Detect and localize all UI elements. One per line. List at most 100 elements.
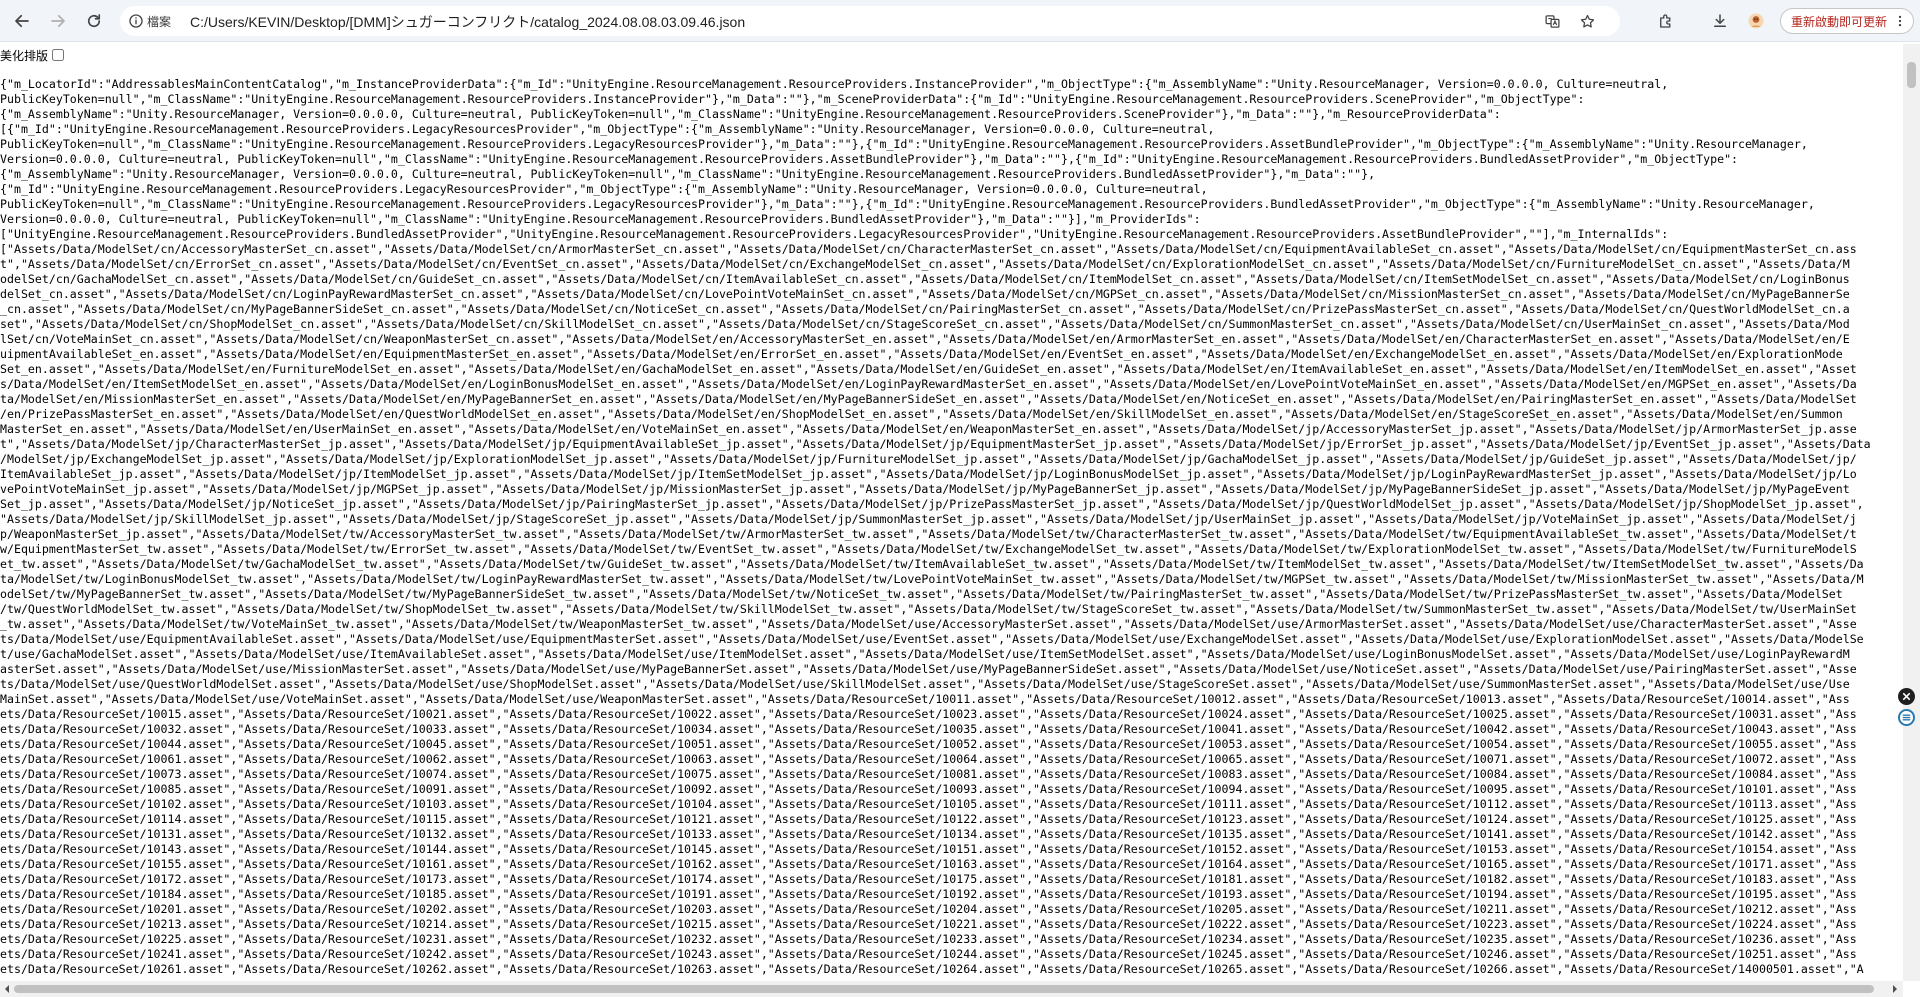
json-text: {"m_LocatorId":"AddressablesMainContentC… [0,77,1900,977]
json-line: ets/Data/ResourceSet/10102.asset","Asset… [0,797,1857,811]
json-line: odelSet/tw/MyPageBannerSet_tw.asset","As… [0,587,1843,601]
url-text[interactable]: C:/Users/KEVIN/Desktop/[DMM]シュガーコンフリクト/c… [190,12,745,32]
downloads-button[interactable] [1708,9,1732,33]
json-line: ts/Data/ModelSet/use/QuestWorldModelSet.… [0,677,1850,691]
json-content: {"m_LocatorId":"AddressablesMainContentC… [0,77,1900,981]
json-line: p/WeaponMasterSet_jp.asset","Assets/Data… [0,527,1857,541]
json-line: Set_jp.asset","Assets/Data/ModelSet/jp/N… [0,497,1864,511]
json-line: ts/Data/ModelSet/use/EquipmentAvailableS… [0,632,1864,646]
json-line: ets/Data/ResourceSet/10213.asset","Asset… [0,917,1857,931]
close-widget-button[interactable] [1897,688,1915,705]
reload-icon [87,14,101,28]
json-line: PublicKeyToken=null","m_ClassName":"Unit… [0,197,1815,211]
json-line: et_tw.asset","Assets/Data/ModelSet/tw/Ga… [0,557,1864,571]
site-info-chip[interactable]: 檔案 [128,11,171,31]
site-info-label: 檔案 [147,14,172,29]
json-line: ets/Data/ResourceSet/10114.asset","Asset… [0,812,1857,826]
prettify-label: 美化排版 [0,48,49,63]
star-icon [1580,14,1594,28]
json-line: _tw.asset","Assets/Data/ModelSet/tw/Vote… [0,617,1857,631]
json-line: ItemAvailableSet_jp.asset","Assets/Data/… [0,467,1857,481]
json-line: MainSet.asset","Assets/Data/ModelSet/use… [0,692,1850,706]
json-line: Set_en.asset","Assets/Data/ModelSet/en/F… [0,362,1857,376]
json-line: ets/Data/ResourceSet/10085.asset","Asset… [0,782,1857,796]
json-line: ets/Data/ResourceSet/10184.asset","Asset… [0,887,1857,901]
json-line: odelSet/cn/GachaModelSet_cn.asset","Asse… [0,272,1850,286]
back-button[interactable] [10,9,34,33]
address-bar[interactable]: 檔案 C:/Users/KEVIN/Desktop/[DMM]シュガーコンフリク… [120,6,1620,36]
translate-button[interactable] [1540,9,1564,33]
json-line: t/use/GachaModelSet.asset","Assets/Data/… [0,647,1850,661]
horizontal-scroll-thumb[interactable] [14,985,1874,993]
json-line: ets/Data/ResourceSet/10201.asset","Asset… [0,902,1857,916]
json-line: vePointVoteMainSet_jp.asset","Assets/Dat… [0,482,1850,496]
extensions-button[interactable] [1654,9,1678,33]
json-line: ["Assets/Data/ModelSet/cn/AccessoryMaste… [0,242,1857,256]
floating-side-widget [1894,688,1918,734]
json-line: asterSet.asset","Assets/Data/ModelSet/us… [0,662,1857,676]
json-line: ets/Data/ResourceSet/10172.asset","Asset… [0,872,1857,886]
json-line: w/EquipmentMasterSet_tw.asset","Assets/D… [0,542,1857,556]
json-line: _cn.asset","Assets/Data/ModelSet/cn/MyPa… [0,302,1850,316]
json-line: {"m_LocatorId":"AddressablesMainContentC… [0,77,1669,91]
json-line: "Assets/Data/ModelSet/jp/SkillModelSet_j… [0,512,1857,526]
json-line: ets/Data/ResourceSet/10241.asset","Asset… [0,947,1857,961]
close-icon [1902,692,1910,701]
json-line: ets/Data/ResourceSet/10155.asset","Asset… [0,857,1857,871]
vertical-scroll-thumb[interactable] [1907,62,1916,88]
json-line: set","Assets/Data/ModelSet/cn/ShopModelS… [0,317,1850,331]
json-line: s/Data/ModelSet/en/ItemSetModelSet_en.as… [0,377,1857,391]
relaunch-update-button[interactable]: 重新啟動即可更新 [1780,8,1915,34]
info-icon [129,14,143,28]
json-line: ets/Data/ResourceSet/10225.asset","Asset… [0,932,1857,946]
json-line: ta/ModelSet/tw/LoginBonusModelSet_tw.ass… [0,572,1864,586]
horizontal-scrollbar[interactable] [0,981,1903,997]
arrow-right-icon [51,14,65,28]
json-line: MasterSet_en.asset","Assets/Data/ModelSe… [0,422,1857,436]
prettify-control: 美化排版 [0,46,65,64]
translate-icon [1544,14,1560,28]
json-line: uipmentAvailableSet_en.asset","Assets/Da… [0,347,1843,361]
relaunch-update-label: 重新啟動即可更新 [1791,14,1888,29]
reload-button[interactable] [82,9,106,33]
json-line: {"m_AssemblyName":"Unity.ResourceManager… [0,167,1376,181]
browser-toolbar: 檔案 C:/Users/KEVIN/Desktop/[DMM]シュガーコンフリク… [0,0,1920,42]
json-line: PublicKeyToken=null","m_ClassName":"Unit… [0,92,1585,106]
scroll-right-arrow-icon[interactable] [1891,985,1899,993]
json-line: ta/ModelSet/en/MissionMasterSet_en.asset… [0,392,1857,406]
json-line: ets/Data/ResourceSet/10131.asset","Asset… [0,827,1857,841]
json-line: ["UnityEngine.ResourceManagement.Resourc… [0,227,1669,241]
prettify-checkbox[interactable] [52,49,65,61]
json-line: /tw/QuestWorldModelSet_tw.asset","Assets… [0,602,1857,616]
profile-button[interactable] [1744,9,1768,33]
json-line: PublicKeyToken=null","m_ClassName":"Unit… [0,137,1808,151]
json-line: /en/PrizePassMasterSet_en.asset","Assets… [0,407,1843,421]
json-line: delSet_cn.asset","Assets/Data/ModelSet/c… [0,287,1850,301]
json-line: /ModelSet/jp/ExchangeModelSet_jp.asset",… [0,452,1857,466]
arrow-left-icon [15,14,29,28]
vertical-scrollbar[interactable] [1903,44,1920,981]
bookmark-star-button[interactable] [1575,9,1599,33]
json-line: t","Assets/Data/ModelSet/cn/ErrorSet_cn.… [0,257,1850,271]
json-line: Version=0.0.0.0, Culture=neutral, Public… [0,212,1201,226]
json-line: {"m_Id":"UnityEngine.ResourceManagement.… [0,182,1208,196]
json-line: ets/Data/ResourceSet/10143.asset","Asset… [0,842,1857,856]
json-line: ets/Data/ResourceSet/10015.asset","Asset… [0,707,1857,721]
json-line: [{"m_Id":"UnityEngine.ResourceManagement… [0,122,1215,136]
json-line: ets/Data/ResourceSet/10044.asset","Asset… [0,737,1857,751]
avatar-icon [1748,13,1764,29]
json-line: ets/Data/ResourceSet/10261.asset","Asset… [0,962,1864,976]
json-line: Version=0.0.0.0, Culture=neutral, Public… [0,152,1739,166]
json-line: ets/Data/ResourceSet/10032.asset","Asset… [0,722,1857,736]
list-icon [1902,714,1910,721]
forward-button[interactable] [46,9,70,33]
download-icon [1714,14,1726,27]
json-line: t","Assets/Data/ModelSet/jp/CharacterMas… [0,437,1871,451]
json-line: {"m_AssemblyName":"Unity.ResourceManager… [0,107,1501,121]
json-line: lSet/cn/VoteMainSet_cn.asset","Assets/Da… [0,332,1850,346]
widget-action-button[interactable] [1897,709,1915,726]
scroll-left-arrow-icon[interactable] [3,985,11,993]
more-vert-icon [1898,15,1902,27]
json-line: ets/Data/ResourceSet/10061.asset","Asset… [0,752,1857,766]
json-line: ets/Data/ResourceSet/10073.asset","Asset… [0,767,1857,781]
